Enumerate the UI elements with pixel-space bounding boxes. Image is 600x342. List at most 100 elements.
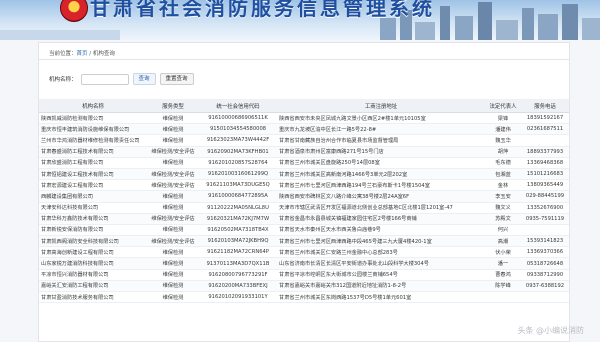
table-cell: 包湘蓝: [485, 168, 521, 181]
table-cell: 甘肃省酒泉市肃州区富康西路271号15号门店: [277, 146, 485, 158]
column-header: 法定代表人: [485, 99, 521, 113]
table-cell: 02361687511: [521, 123, 569, 136]
org-name-label: 机构名称：: [49, 77, 77, 83]
table-cell: 91620103MA72JKBH9Q: [199, 235, 277, 248]
breadcrumb-current: 机构查询: [92, 51, 115, 57]
table-row[interactable]: 甘肃恒铝建设工程技术有限公司 维保检测/安全评估 91620100316061299…: [39, 168, 569, 181]
table-cell: 甘肃省金昌市永昌县城关镇福建家园住宅区2号楼166号商铺: [277, 213, 485, 225]
table-cell: 15393141823: [521, 235, 569, 248]
main-panel: 当前位置：首页 / 机构查询 机构名称： 查询 重置查询 机构名称 服务类型 统一社…: [38, 42, 570, 342]
table-cell: 91621103MA73DUGE5Q: [199, 179, 277, 192]
table-cell: [521, 134, 569, 147]
table-row[interactable]: 甘肃甘盈消防技术服务有限公司 维保检测 91620102091933101Y 甘肃省兰…: [39, 291, 569, 304]
table-cell: 甘肃高海创新建设工程有限公司: [39, 246, 147, 259]
table-cell: 维保检测/安全评估: [147, 235, 199, 248]
table-row[interactable]: 平凉市恒兴消防器材有限公司 维保检测 91620800796773291F 甘肃省平凉…: [39, 269, 569, 281]
table-cell: 甘肃省兰州市城关区盘旋路250号14层08室: [277, 157, 485, 169]
table-cell: 维保检测: [147, 190, 199, 203]
table-cell: 陕西省西安市未央区凤城九路文景小区西区2#楼1单元10105室: [277, 112, 485, 125]
table-cell: 魏文义: [485, 202, 521, 214]
table-cell: 兰州市华鸿消防器材维修检测有限责任公司: [39, 134, 147, 147]
table-cell: 甘肃甘盈消防技术服务有限公司: [39, 291, 147, 304]
table-cell: 91620321MA72KJ7M7W: [199, 213, 277, 225]
table-cell: 维保检测: [147, 157, 199, 169]
table-cell: 山东家锐万建消防科技有限公司: [39, 257, 147, 270]
table-cell: 维保检测: [147, 269, 199, 281]
table-body: 陕西凯威消防检测有限公司 维保检测 91610000686906511K 陕西省西安市…: [39, 112, 569, 304]
table-cell: 91620800796773291F: [199, 269, 277, 281]
table-cell: 13809365449: [521, 179, 569, 192]
table-row[interactable]: 甘肃欣盛消防工程有限公司 维保检测 916201020857S28764 甘肃省兰州市…: [39, 157, 569, 169]
table-row[interactable]: 陕西凯威消防检测有限公司 维保检测 91610000686906511K 陕西省西安市…: [39, 112, 569, 125]
table-row[interactable]: 西麟建设集团有限公司 维保检测 91610000684772895A 陕西省西安市碑林…: [39, 190, 569, 203]
table-cell: 维保检测: [147, 291, 199, 304]
column-header: 工商注册地址: [277, 99, 485, 113]
table-cell: 91620100316061299Q: [199, 168, 277, 181]
table-row[interactable]: 甘肃凯西阁消防安全科技有限公司 维保检测/安全评估 91620103MA72JKBH…: [39, 235, 569, 248]
table-row[interactable]: 嘉峪关汇安消防工程有限公司 维保检测 91620200MA733BFEXJ 甘肃省嘉峪…: [39, 280, 569, 293]
table-row[interactable]: 甘肃新锐安保消防有限公司 维保检测 91620502MA7318TB4X 甘肃省天水市…: [39, 224, 569, 237]
breadcrumb-prefix: 当前位置：: [49, 51, 77, 57]
divider: [39, 59, 569, 60]
table-cell: 91620502MA7318TB4X: [199, 224, 277, 237]
table-row[interactable]: 甘肃春盛消防工程技术有限公司 维保检测/安全评估 91620902MA73KFHB0…: [39, 146, 569, 158]
table-row[interactable]: 兰州市华鸿消防器材维修检测有限责任公司 维保检测 91623023MA73W4442…: [39, 134, 569, 147]
table-row[interactable]: 天津安科达科技有限公司 维保检测 91120222MA05NLGL8U 天津市市辖区武…: [39, 202, 569, 214]
org-table: 机构名称 服务类型 统一社会信用代码 工商注册地址 法定代表人 服务电话 陕西凯威消防检测…: [39, 99, 569, 304]
table-cell: 维保检测/安全评估: [147, 146, 199, 158]
table-cell: 甘肃省兰州市城关区高新南河路1466号3单元2层202室: [277, 168, 485, 181]
reset-button[interactable]: 重置查询: [159, 73, 194, 85]
table-cell: 何兴: [485, 224, 521, 237]
table-cell: 甘肃省兰州市七里河区西津西路中段465号建三九大厦4楼420-1室: [277, 235, 485, 248]
table-cell: [485, 291, 521, 304]
table-cell: 0935-7591119: [521, 213, 569, 225]
table-cell: 91370113MA3D7QX11B: [199, 257, 277, 270]
table-row[interactable]: 甘肃宏源建设工程有限公司 维保检测/安全评估 91621103MA73DUGE5Q 甘…: [39, 179, 569, 192]
table-cell: 05318726648: [521, 257, 569, 270]
table-cell: 18893377993: [521, 146, 569, 158]
table-cell: 维保检测: [147, 202, 199, 214]
table-row[interactable]: 甘肃高海创新建设工程有限公司 维保检测 91621182MA72CRN64P 甘肃省兰…: [39, 246, 569, 259]
table-cell: 维保检测: [147, 257, 199, 270]
table-cell: 甘肃欣盛消防工程有限公司: [39, 157, 147, 169]
system-title: 甘肃省社会消防服务信息管理系统: [90, 0, 435, 20]
table-row[interactable]: 重庆市恒丰建筑消防设施维保有限公司 维保检测 91501034554580008 重庆…: [39, 123, 569, 136]
table-cell: 甘肃省兰州市城关区东岗西路1537号D5号楼1单元601室: [277, 291, 485, 304]
table-cell: 91620102091933101Y: [199, 291, 277, 304]
table-cell: 91620200MA733BFEXJ: [199, 280, 277, 293]
table-cell: 91610000684772895A: [199, 190, 277, 203]
table-cell: 维保检测/安全评估: [147, 213, 199, 225]
breadcrumb: 当前位置：首页 / 机构查询: [49, 49, 115, 57]
table-cell: 甘肃华科万鑫防技术有限公司: [39, 213, 147, 225]
table-cell: 维保检测: [147, 134, 199, 147]
query-button[interactable]: 查询: [132, 73, 156, 85]
table-row[interactable]: 甘肃华科万鑫防技术有限公司 维保检测/安全评估 91620321MA72KJ7M7W…: [39, 213, 569, 225]
table-cell: 胡萍: [485, 146, 521, 158]
table-cell: 西麟建设集团有限公司: [39, 190, 147, 203]
table-cell: 029-88445199: [521, 190, 569, 203]
table-row[interactable]: 山东家锐万建消防科技有限公司 维保检测 91370113MA3D7QX11B 山东省济…: [39, 257, 569, 270]
table-cell: 嘉峪关汇安消防工程有限公司: [39, 280, 147, 293]
table-cell: 天津市市辖区武清区开发区福源道北侧创业总部基地C区北楼1层1201室-47: [277, 202, 485, 214]
table-cell: 甘肃新锐安保消防有限公司: [39, 224, 147, 237]
table-cell: 91120222MA05NLGL8U: [199, 202, 277, 214]
table-cell: 维保检测: [147, 112, 199, 125]
table-cell: 陕西凯威消防检测有限公司: [39, 112, 147, 125]
org-name-input[interactable]: [80, 73, 129, 85]
table-cell: 维保检测: [147, 280, 199, 293]
table-cell: 魏玉华: [485, 134, 521, 147]
breadcrumb-home-link[interactable]: 首页: [77, 51, 88, 57]
column-header: 服务类型: [147, 99, 199, 113]
table-cell: 李玉安: [485, 190, 521, 203]
table-cell: 曹春鸿: [485, 269, 521, 281]
table-cell: 毛东德: [485, 157, 521, 169]
table-cell: 18391592167: [521, 112, 569, 125]
table-cell: 苏殿文: [485, 213, 521, 225]
table-cell: 平凉市恒兴消防器材有限公司: [39, 269, 147, 281]
table-cell: 15101216683: [521, 168, 569, 181]
column-header: 机构名称: [39, 99, 147, 113]
table-cell: 金林: [485, 179, 521, 192]
table-cell: 陕西省西安市碑林区文八路介峰公寓38号楼2层24A室6F: [277, 190, 485, 203]
table-cell: 重庆市恒丰建筑消防设施维保有限公司: [39, 123, 147, 136]
table-cell: 甘肃省平凉市崆峒区东大街城市公园楼兰商铺654号: [277, 269, 485, 281]
